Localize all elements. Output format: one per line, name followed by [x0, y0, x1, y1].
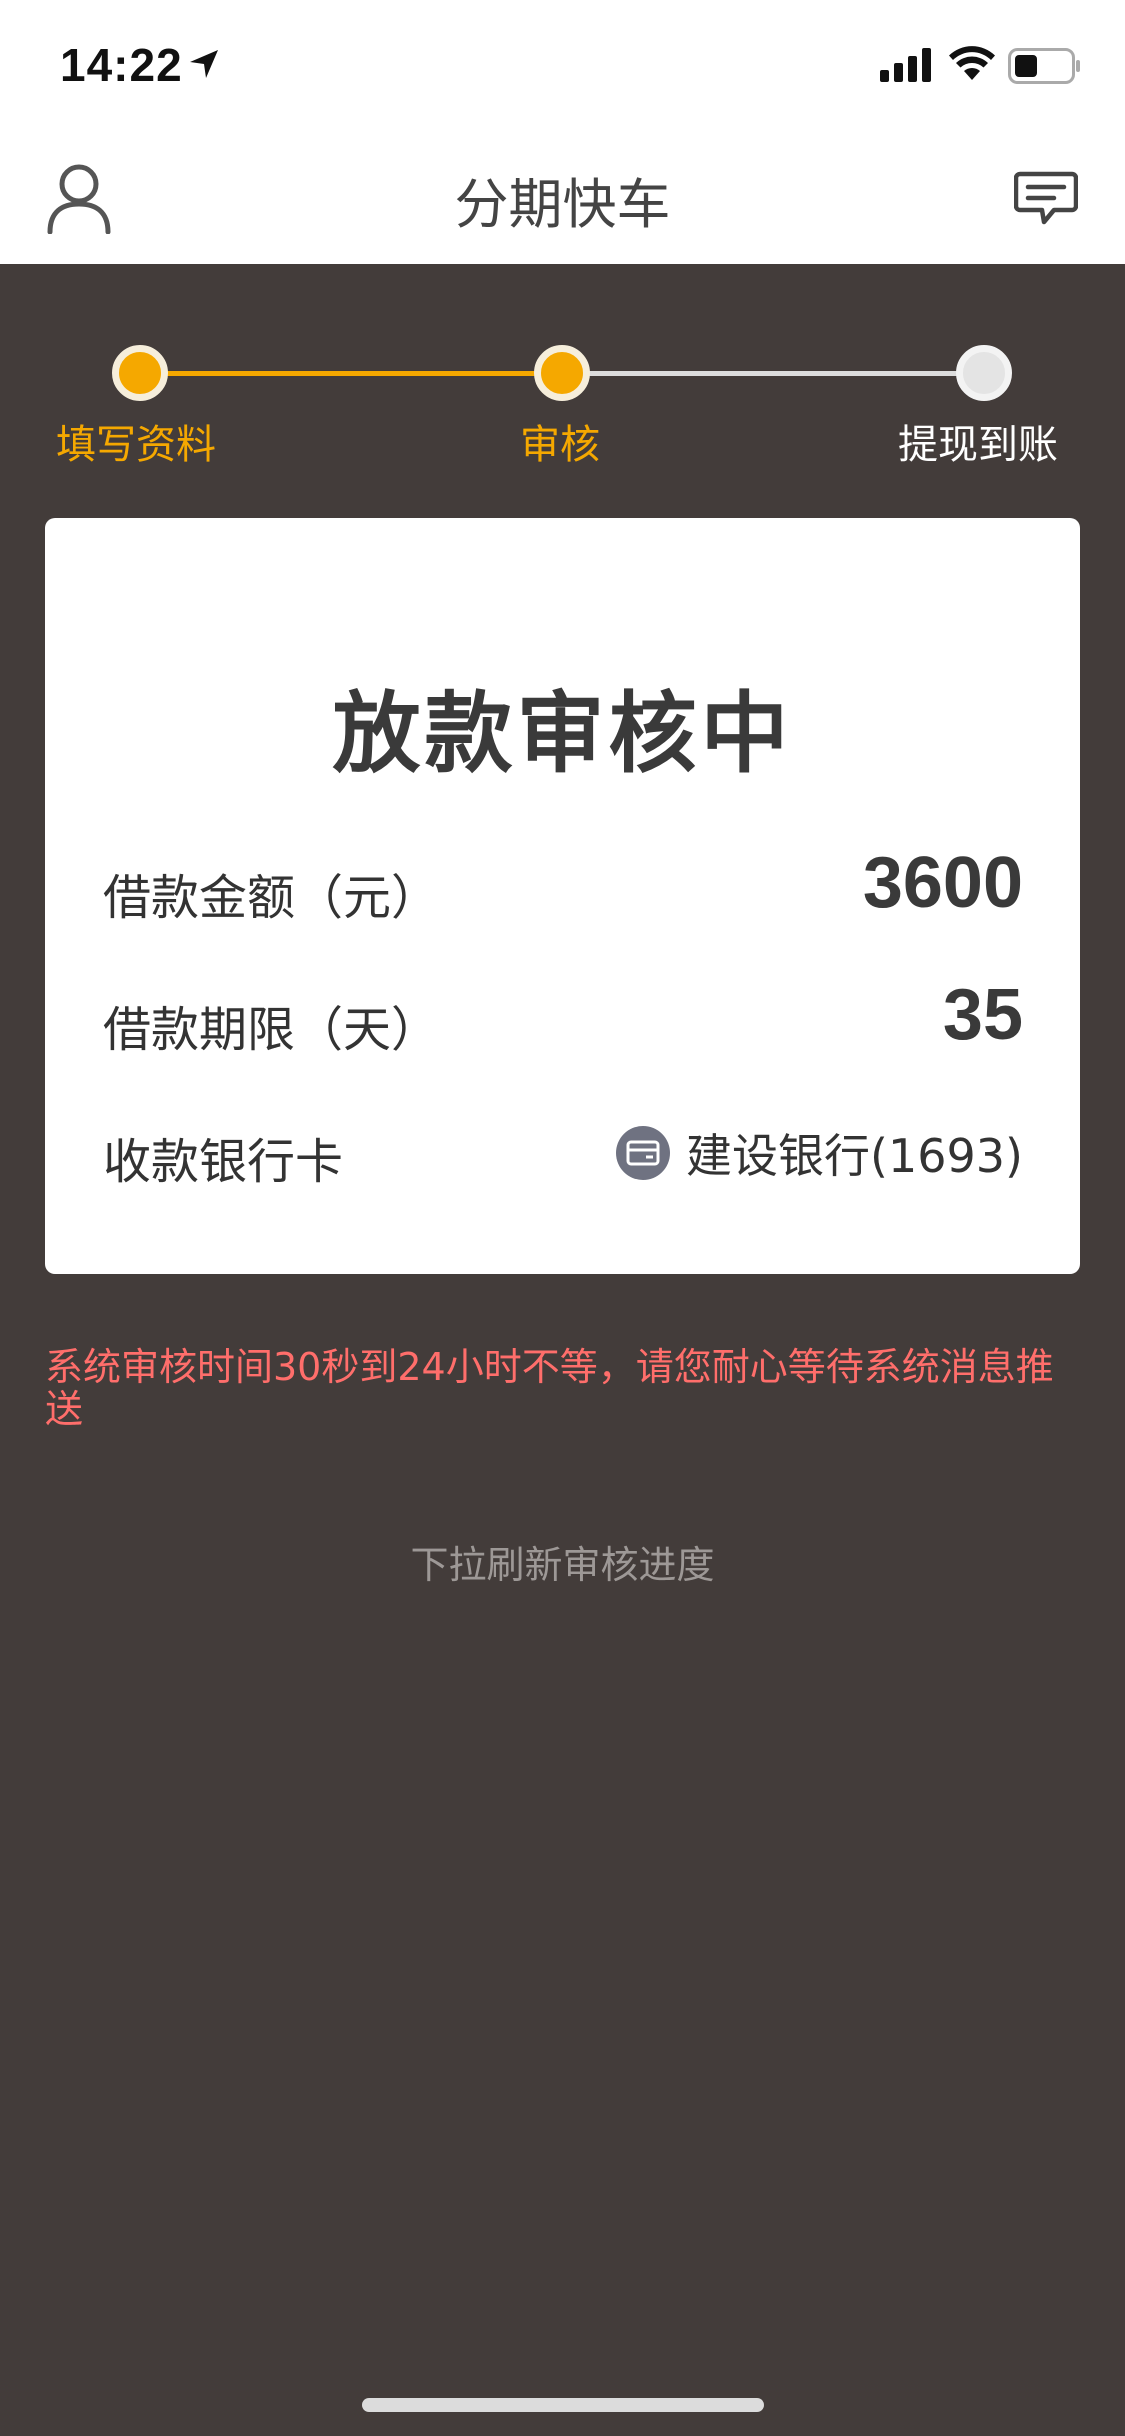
- status-bar: 14:22: [0, 0, 1125, 132]
- loan-term-row: 借款期限（天） 35: [103, 975, 1023, 1060]
- step-dot-review: [534, 345, 590, 401]
- loan-review-card: 放款审核中 借款金额（元） 3600 借款期限（天） 35 收款银行卡 建设银行…: [45, 518, 1080, 1274]
- card-title: 放款审核中: [332, 682, 793, 785]
- bank-card-icon: [616, 1126, 671, 1180]
- step-label-fill-info: 填写资料: [56, 422, 216, 468]
- step-label-review: 审核: [520, 422, 600, 468]
- location-arrow-icon: [190, 50, 218, 78]
- step-label-withdraw: 提现到账: [898, 422, 1058, 468]
- cellular-signal-icon: [880, 48, 931, 82]
- loan-amount-row: 借款金额（元） 3600: [103, 843, 1023, 928]
- pull-to-refresh-hint: 下拉刷新审核进度: [410, 1543, 715, 1587]
- header-area: 14:22 分期快车: [0, 0, 1125, 264]
- step-dot-withdraw: [956, 345, 1012, 401]
- step-line-pending: [562, 371, 984, 376]
- loan-amount-label: 借款金额（元）: [103, 870, 440, 926]
- step-line-completed: [140, 371, 562, 376]
- wifi-icon: [949, 46, 995, 80]
- review-notice: 系统审核时间30秒到24小时不等，请您耐心等待系统消息推送: [45, 1345, 1054, 1431]
- home-indicator[interactable]: [362, 2398, 764, 2412]
- bank-card-row: 收款银行卡 建设银行(1693): [103, 1112, 1023, 1192]
- bank-card-label: 收款银行卡: [103, 1134, 344, 1190]
- loan-term-label: 借款期限（天）: [103, 1002, 440, 1058]
- status-time: 14:22: [60, 39, 183, 91]
- message-icon[interactable]: [1014, 170, 1078, 226]
- bank-card-info: 建设银行(1693): [616, 1120, 1023, 1186]
- progress-steps: 填写资料 审核 提现到账: [0, 264, 1125, 504]
- loan-term-value: 35: [942, 975, 1023, 1055]
- bank-card-value: 建设银行(1693): [686, 1129, 1023, 1183]
- battery-icon: [1008, 48, 1080, 84]
- page-title: 分期快车: [454, 173, 671, 236]
- navigation-bar: 分期快车: [0, 132, 1125, 264]
- step-dot-fill-info: [112, 345, 168, 401]
- loan-amount-value: 3600: [862, 843, 1023, 923]
